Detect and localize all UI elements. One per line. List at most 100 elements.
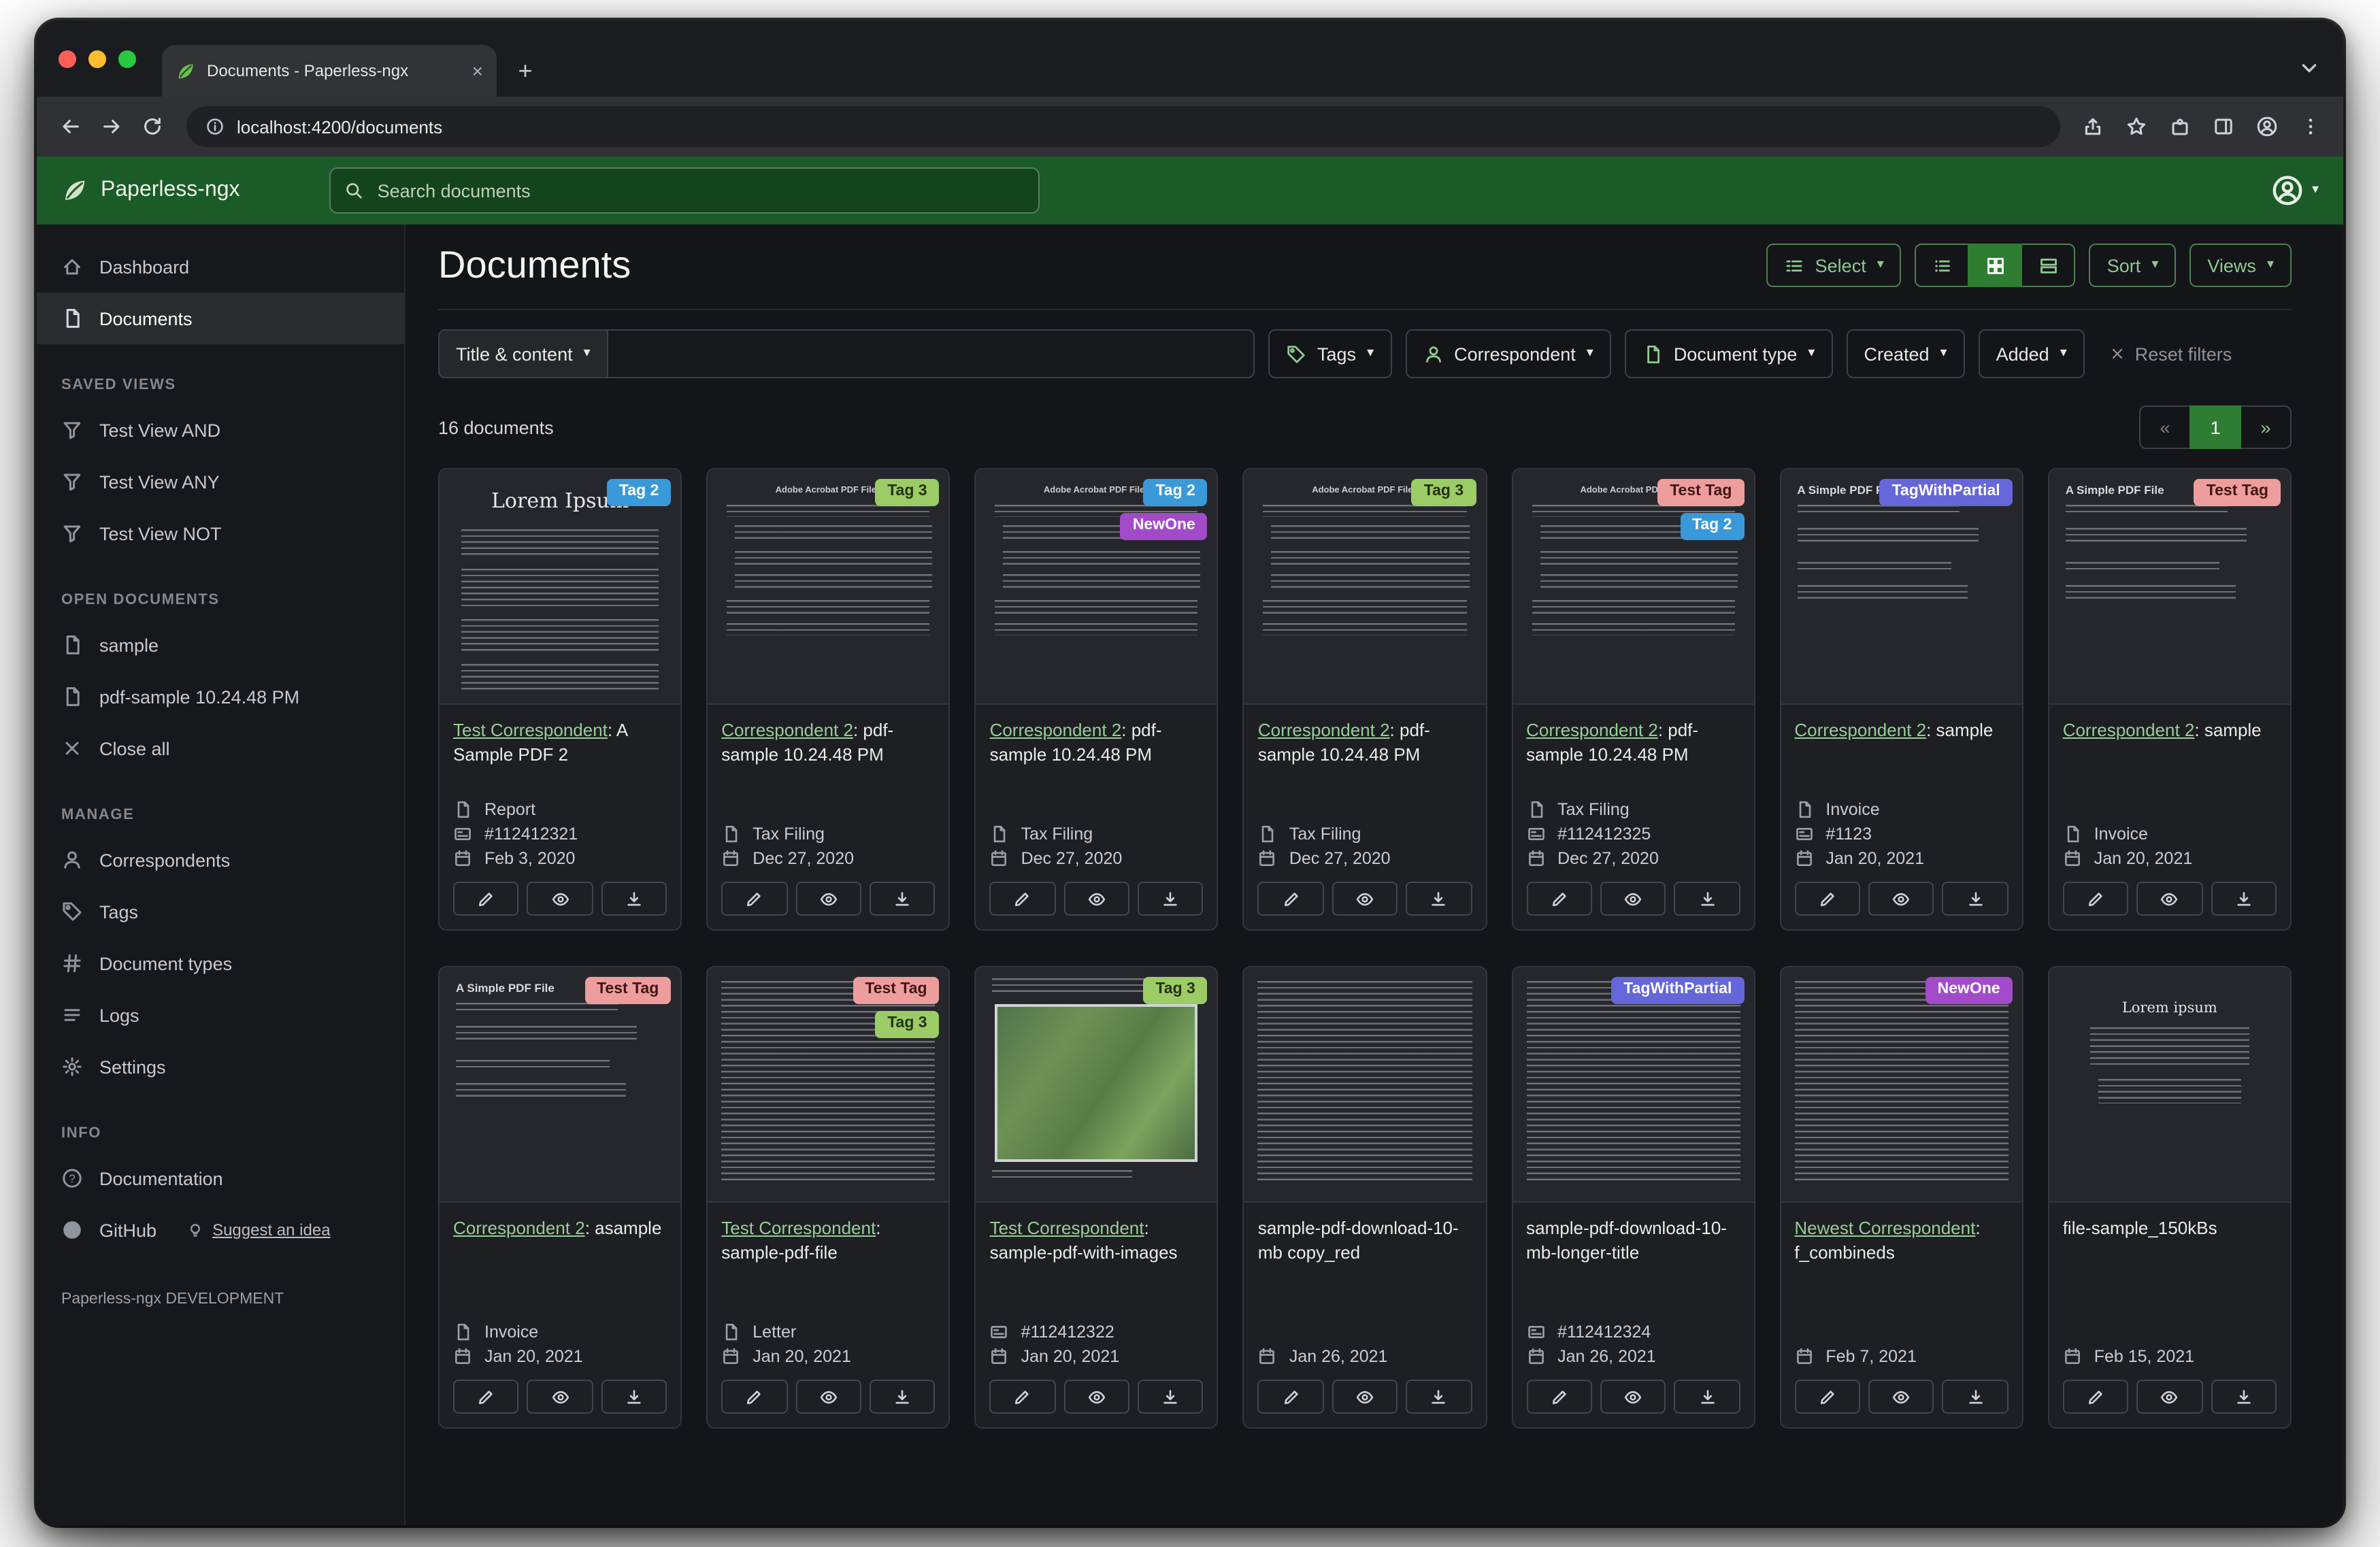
download-button[interactable] — [1406, 882, 1472, 916]
sidebar-item-test-view-and[interactable]: Test View AND — [37, 404, 404, 456]
sidebar-item-settings[interactable]: Settings — [37, 1041, 404, 1093]
preview-button[interactable] — [527, 1380, 593, 1414]
correspondent-link[interactable]: Newest Correspondent — [1794, 1218, 1975, 1238]
tag-badge[interactable]: NewOne — [1926, 977, 2013, 1004]
view-detail-button[interactable] — [2021, 244, 2076, 287]
reload-button[interactable] — [132, 106, 173, 147]
back-button[interactable] — [50, 106, 91, 147]
document-thumbnail[interactable]: Adobe Acrobat PDF FilesTest TagTag 2 — [1513, 469, 1753, 705]
edit-button[interactable] — [453, 1380, 519, 1414]
download-button[interactable] — [1943, 882, 2009, 916]
side-panel-button[interactable] — [2204, 107, 2243, 146]
view-grid-button[interactable] — [1968, 244, 2023, 287]
edit-button[interactable] — [453, 882, 519, 916]
tag-badge[interactable]: Tag 3 — [1412, 479, 1476, 506]
sort-button[interactable]: Sort ▾ — [2089, 244, 2177, 287]
download-button[interactable] — [870, 882, 936, 916]
pagination-next-button[interactable]: » — [2240, 405, 2292, 449]
sidebar-item-tags[interactable]: Tags — [37, 886, 404, 937]
edit-button[interactable] — [1794, 1380, 1860, 1414]
document-thumbnail[interactable]: A Simple PDF FileTagWithPartial — [1781, 469, 2021, 705]
document-thumbnail[interactable]: NewOne — [1781, 967, 2021, 1203]
zoom-window-button[interactable] — [118, 50, 136, 68]
extensions-button[interactable] — [2161, 107, 2199, 146]
download-button[interactable] — [1943, 1380, 2009, 1414]
correspondent-link[interactable]: Correspondent 2 — [721, 720, 853, 740]
edit-button[interactable] — [1794, 882, 1860, 916]
preview-button[interactable] — [795, 1380, 861, 1414]
sidebar-item-dashboard[interactable]: Dashboard — [37, 241, 404, 293]
tag-badge[interactable]: Tag 3 — [875, 479, 939, 506]
correspondent-link[interactable]: Correspondent 2 — [1258, 720, 1390, 740]
tag-badge[interactable]: Test Tag — [1657, 479, 1744, 506]
address-bar[interactable]: localhost:4200/documents — [186, 106, 2060, 147]
sidebar-item-pdf-sample-10-24-48-pm[interactable]: pdf-sample 10.24.48 PM — [37, 671, 404, 722]
document-thumbnail[interactable]: Lorem IpsumTag 2 — [440, 469, 680, 705]
sidebar-item-close-all[interactable]: Close all — [37, 722, 404, 774]
filter-field-selector[interactable]: Title & content ▾ — [438, 329, 608, 378]
edit-button[interactable] — [721, 882, 787, 916]
minimize-window-button[interactable] — [88, 50, 106, 68]
tag-badge[interactable]: Test Tag — [584, 977, 671, 1004]
sidebar-item-test-view-not[interactable]: Test View NOT — [37, 508, 404, 559]
pagination-prev-button[interactable]: « — [2139, 405, 2191, 449]
edit-button[interactable] — [2063, 1380, 2129, 1414]
select-button[interactable]: Select ▾ — [1766, 244, 1902, 287]
document-thumbnail[interactable]: Test TagTag 3 — [708, 967, 948, 1203]
correspondent-link[interactable]: Correspondent 2 — [2063, 720, 2195, 740]
tag-badge[interactable]: Tag 2 — [1680, 513, 1744, 540]
edit-button[interactable] — [990, 882, 1056, 916]
filter-tags-button[interactable]: Tags▾ — [1268, 329, 1391, 378]
tag-badge[interactable]: NewOne — [1121, 513, 1208, 540]
browser-menu-button[interactable] — [2292, 107, 2330, 146]
views-button[interactable]: Views ▾ — [2189, 244, 2292, 287]
download-button[interactable] — [2211, 1380, 2277, 1414]
sidebar-item-document-types[interactable]: Document types — [37, 937, 404, 989]
new-tab-button[interactable]: + — [505, 50, 546, 91]
search-input[interactable] — [375, 179, 1025, 202]
filter-added-button[interactable]: Added▾ — [1979, 329, 2085, 378]
download-button[interactable] — [1138, 1380, 1204, 1414]
download-button[interactable] — [1674, 882, 1740, 916]
correspondent-link[interactable]: Correspondent 2 — [453, 1218, 585, 1238]
correspondent-link[interactable]: Test Correspondent — [453, 720, 608, 740]
tag-badge[interactable]: Tag 3 — [1143, 977, 1207, 1004]
tag-badge[interactable]: Tag 2 — [1143, 479, 1207, 506]
document-thumbnail[interactable]: TagWithPartial — [1513, 967, 1753, 1203]
document-thumbnail[interactable]: Adobe Acrobat PDF FilesTag 3 — [708, 469, 948, 705]
download-button[interactable] — [1138, 882, 1204, 916]
preview-button[interactable] — [1063, 882, 1129, 916]
forward-button[interactable] — [91, 106, 132, 147]
edit-button[interactable] — [721, 1380, 787, 1414]
document-thumbnail[interactable]: A Simple PDF FileTest Tag — [2049, 469, 2290, 705]
preview-button[interactable] — [527, 882, 593, 916]
browser-tab[interactable]: Documents - Paperless-ngx × — [162, 45, 497, 97]
edit-button[interactable] — [1258, 882, 1324, 916]
filter-text-input[interactable] — [608, 329, 1255, 378]
document-thumbnail[interactable]: Adobe Acrobat PDF FilesTag 2NewOne — [976, 469, 1217, 705]
profile-button[interactable] — [2248, 107, 2286, 146]
document-thumbnail[interactable]: Tag 3 — [976, 967, 1217, 1203]
edit-button[interactable] — [2063, 882, 2129, 916]
preview-button[interactable] — [2136, 1380, 2202, 1414]
download-button[interactable] — [601, 1380, 667, 1414]
sidebar-item-logs[interactable]: Logs — [37, 989, 404, 1041]
correspondent-link[interactable]: Correspondent 2 — [1794, 720, 1926, 740]
preview-button[interactable] — [1600, 882, 1666, 916]
preview-button[interactable] — [2136, 882, 2202, 916]
preview-button[interactable] — [1332, 1380, 1398, 1414]
tag-badge[interactable]: Test Tag — [2194, 479, 2281, 506]
edit-button[interactable] — [1526, 1380, 1592, 1414]
correspondent-link[interactable]: Correspondent 2 — [1526, 720, 1658, 740]
tab-search-button[interactable] — [2294, 53, 2324, 83]
download-button[interactable] — [1674, 1380, 1740, 1414]
filter-document-type-button[interactable]: Document type▾ — [1625, 329, 1833, 378]
sidebar-item-documentation[interactable]: ?Documentation — [37, 1152, 404, 1204]
tag-badge[interactable]: TagWithPartial — [1611, 977, 1744, 1004]
correspondent-link[interactable]: Correspondent 2 — [990, 720, 1122, 740]
tag-badge[interactable]: Tag 2 — [607, 479, 671, 506]
brand[interactable]: Paperless-ngx — [61, 177, 240, 204]
tag-badge[interactable]: Test Tag — [853, 977, 939, 1004]
user-menu[interactable]: ▾ — [2271, 174, 2319, 207]
download-button[interactable] — [870, 1380, 936, 1414]
